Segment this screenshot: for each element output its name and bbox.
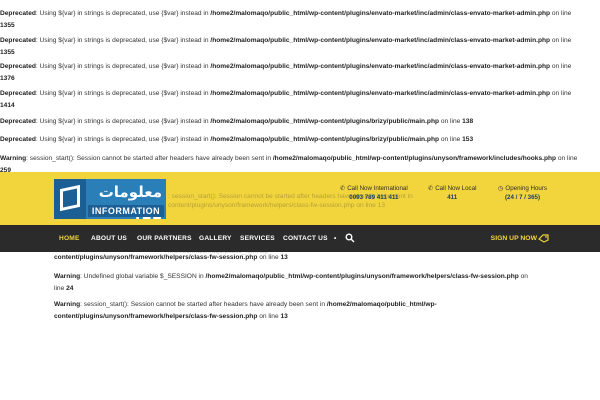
error-message: content/plugins/unyson/framework/helpers… [54, 254, 288, 261]
signup-button[interactable]: SIGN UP NOW [491, 225, 537, 252]
nav-more-dot[interactable]: • [334, 225, 337, 252]
overlapped-error-text: content/plugins/unyson/framework/helpers… [168, 202, 386, 209]
phone-icon: ✆ [428, 185, 434, 192]
error-message: Deprecated: Using ${var} in strings is d… [0, 90, 572, 109]
error-message: Warning: session_start(): Session cannot… [54, 301, 437, 320]
error-message: Warning: Undefined global variable $_SES… [54, 273, 528, 292]
nav-item-home[interactable]: HOME [59, 225, 80, 252]
nav-item-about-us[interactable]: ABOUT US [91, 225, 127, 252]
error-message: Deprecated: Using ${var} in strings is d… [0, 136, 474, 143]
logo-mark-icon [54, 179, 86, 219]
contact-hours: ◷ Opening Hours (24 / 7 / 365) [498, 185, 548, 201]
clock-icon: ◷ [498, 185, 504, 192]
tag-icon [538, 234, 549, 243]
main-nav: HOME ABOUT US OUR PARTNERS GALLERY SERVI… [0, 225, 600, 252]
contact-local[interactable]: ✆ Call Now Local 411 [428, 184, 476, 202]
error-message: Deprecated: Using ${var} in strings is d… [0, 10, 572, 29]
logo-arabic-text: معلومات 411 [98, 183, 162, 223]
error-message: Deprecated: Using ${var} in strings is d… [0, 118, 474, 125]
error-message: Deprecated: Using ${var} in strings is d… [0, 63, 572, 82]
phone-icon: ✆ [340, 185, 346, 192]
nav-item-contact-us[interactable]: CONTACT US [283, 225, 328, 252]
site-logo[interactable]: معلومات 411 INFORMATION [54, 179, 166, 223]
search-icon[interactable] [345, 233, 355, 243]
error-message: Deprecated: Using ${var} in strings is d… [0, 37, 572, 56]
logo-english-text: INFORMATION [88, 205, 164, 217]
contact-international[interactable]: ✆ Call Now International 0093 789 411 411 [340, 184, 408, 202]
